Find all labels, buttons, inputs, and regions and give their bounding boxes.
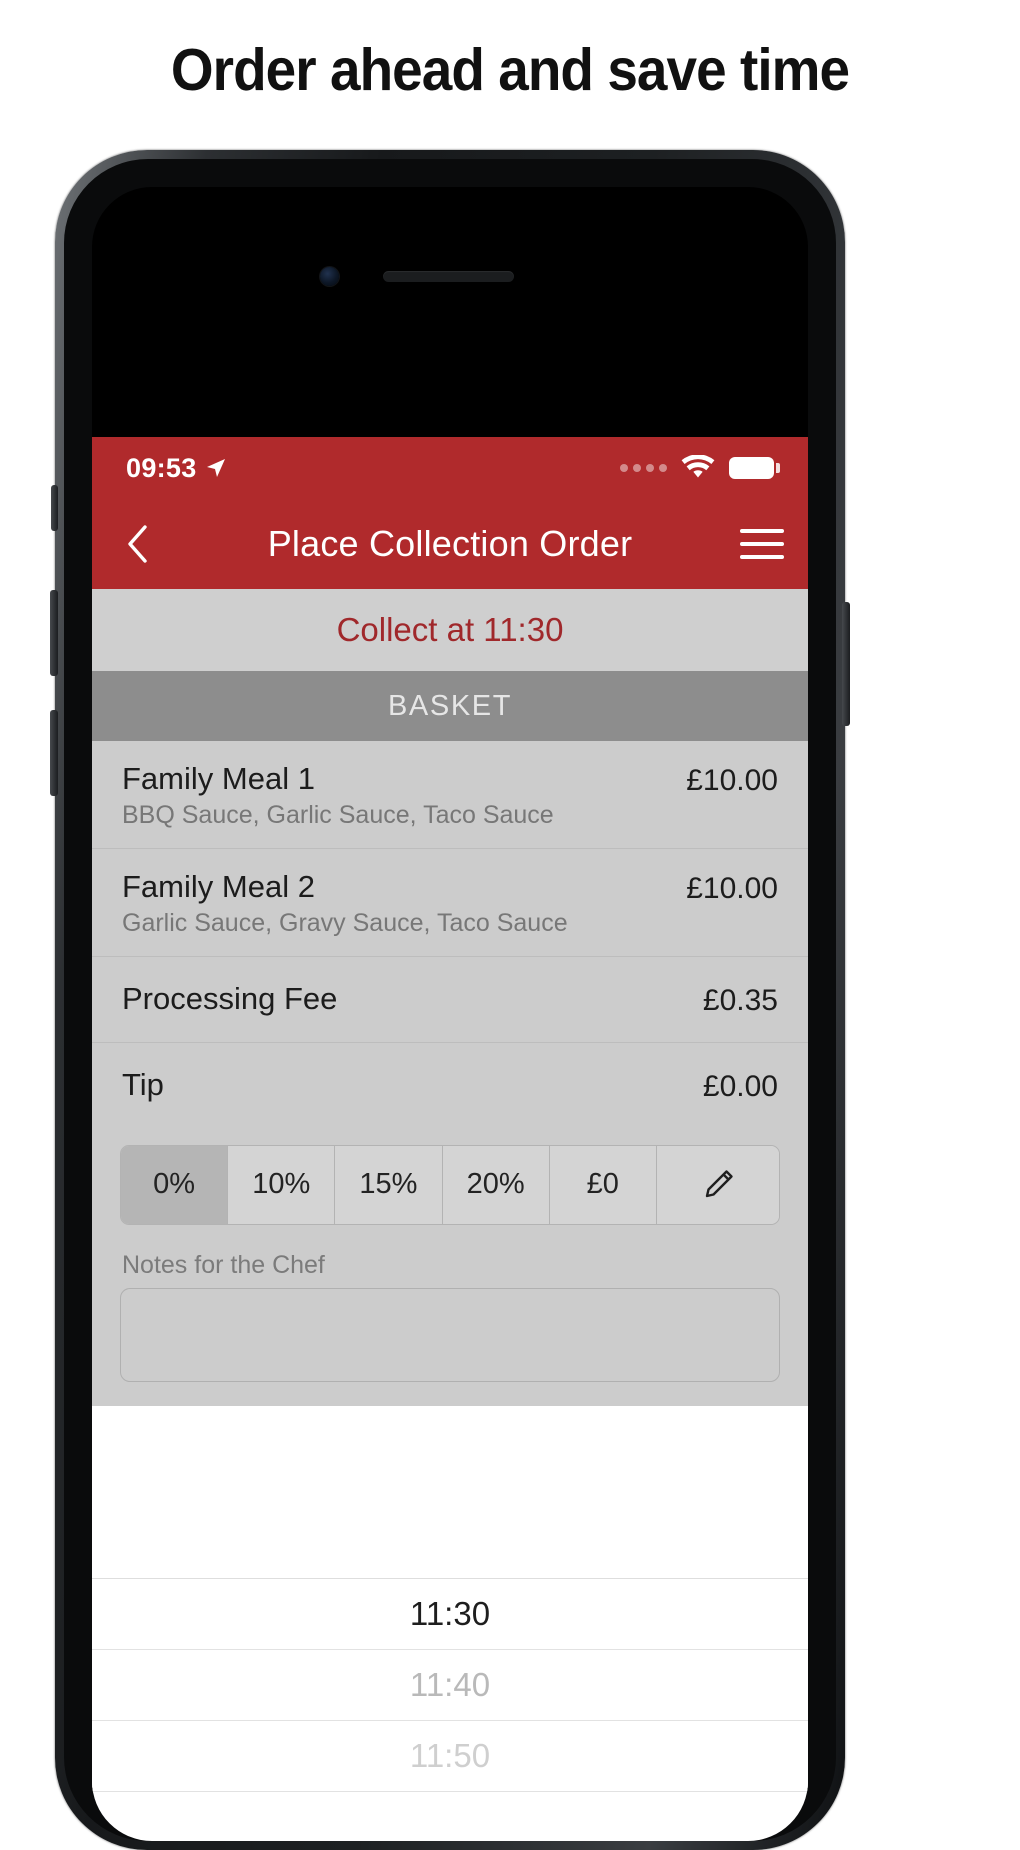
back-button[interactable] [116, 522, 160, 566]
tip-segmented-control: 0% 10% 15% 20% £0 [120, 1144, 780, 1225]
pencil-icon [705, 1170, 733, 1198]
hamburger-menu-icon[interactable] [740, 524, 784, 564]
basket-section-header: BASKET [92, 671, 808, 741]
basket-list: Family Meal 1 BBQ Sauce, Garlic Sauce, T… [92, 741, 808, 1406]
basket-header-label: BASKET [387, 689, 513, 722]
power-button[interactable] [842, 602, 850, 726]
chevron-left-icon [128, 525, 147, 563]
processing-fee-label: Processing Fee [122, 981, 338, 1017]
time-picker-option[interactable]: 11:50 [92, 1720, 808, 1792]
notes-label: Notes for the Chef [122, 1250, 325, 1279]
signal-dots-icon [620, 464, 667, 472]
time-picker-blank-area [92, 1405, 808, 1579]
tip-option-15[interactable]: 15% [335, 1145, 443, 1224]
table-row: Tip £0.00 [92, 1043, 808, 1128]
volume-up-button[interactable] [50, 590, 58, 676]
status-time: 09:53 [126, 452, 197, 483]
tip-option-10[interactable]: 10% [228, 1145, 336, 1224]
basket-item-price: £10.00 [686, 764, 778, 797]
tip-label: Tip [122, 1067, 164, 1103]
volume-down-button[interactable] [50, 710, 58, 796]
time-picker-option[interactable]: 11:40 [92, 1649, 808, 1721]
tip-price: £0.00 [702, 1069, 778, 1103]
tip-option-0[interactable]: 0% [121, 1145, 229, 1224]
table-row[interactable]: Family Meal 2 Garlic Sauce, Gravy Sauce,… [92, 849, 808, 957]
basket-item-options: Garlic Sauce, Gravy Sauce, Taco Sauce [122, 908, 568, 937]
location-arrow-icon [206, 459, 225, 477]
time-picker-option[interactable]: 11:30 [92, 1578, 808, 1650]
tip-option-amount[interactable]: £0 [549, 1145, 657, 1224]
page-title: Order ahead and save time [170, 37, 850, 103]
phone-screen: 09:53 Place Collection Order Collect at … [92, 187, 808, 1841]
nav-title: Place Collection Order [267, 523, 633, 564]
wifi-icon [681, 454, 715, 477]
silent-switch[interactable] [51, 485, 58, 531]
phone-bezel: 09:53 Place Collection Order Collect at … [64, 159, 836, 1841]
time-picker-sheet: 11:30 11:40 11:50 [92, 1405, 808, 1792]
status-bar-right [620, 454, 780, 482]
tip-edit-button[interactable] [656, 1145, 779, 1224]
status-bar-left: 09:53 [126, 453, 228, 484]
processing-fee-price: £0.35 [702, 983, 778, 1017]
app-viewport: 09:53 Place Collection Order Collect at … [92, 437, 808, 1841]
phone-device-frame: 09:53 Place Collection Order Collect at … [50, 150, 850, 1850]
collect-time-label: Collect at 11:30 [336, 611, 564, 648]
table-row: Processing Fee £0.35 [92, 957, 808, 1043]
tip-option-20[interactable]: 20% [442, 1145, 550, 1224]
basket-item-info: Family Meal 1 BBQ Sauce, Garlic Sauce, T… [122, 761, 554, 830]
basket-item-name: Family Meal 1 [122, 761, 315, 796]
notes-input[interactable] [120, 1287, 780, 1382]
basket-item-options: BBQ Sauce, Garlic Sauce, Taco Sauce [122, 800, 554, 829]
nav-bar: Place Collection Order [92, 499, 808, 589]
tip-selector: 0% 10% 15% 20% £0 [92, 1128, 808, 1235]
basket-item-name: Family Meal 2 [122, 868, 315, 904]
basket-item-price: £10.00 [686, 871, 778, 905]
front-camera-icon [320, 267, 339, 286]
collect-time-bar[interactable]: Collect at 11:30 [92, 589, 808, 671]
notes-spacer [92, 1381, 808, 1404]
status-bar: 09:53 [92, 437, 808, 499]
speaker-grille-icon [383, 271, 514, 282]
basket-item-info: Family Meal 2 Garlic Sauce, Gravy Sauce,… [122, 869, 568, 938]
table-row[interactable]: Family Meal 1 BBQ Sauce, Garlic Sauce, T… [92, 741, 808, 849]
battery-full-icon [729, 457, 780, 479]
